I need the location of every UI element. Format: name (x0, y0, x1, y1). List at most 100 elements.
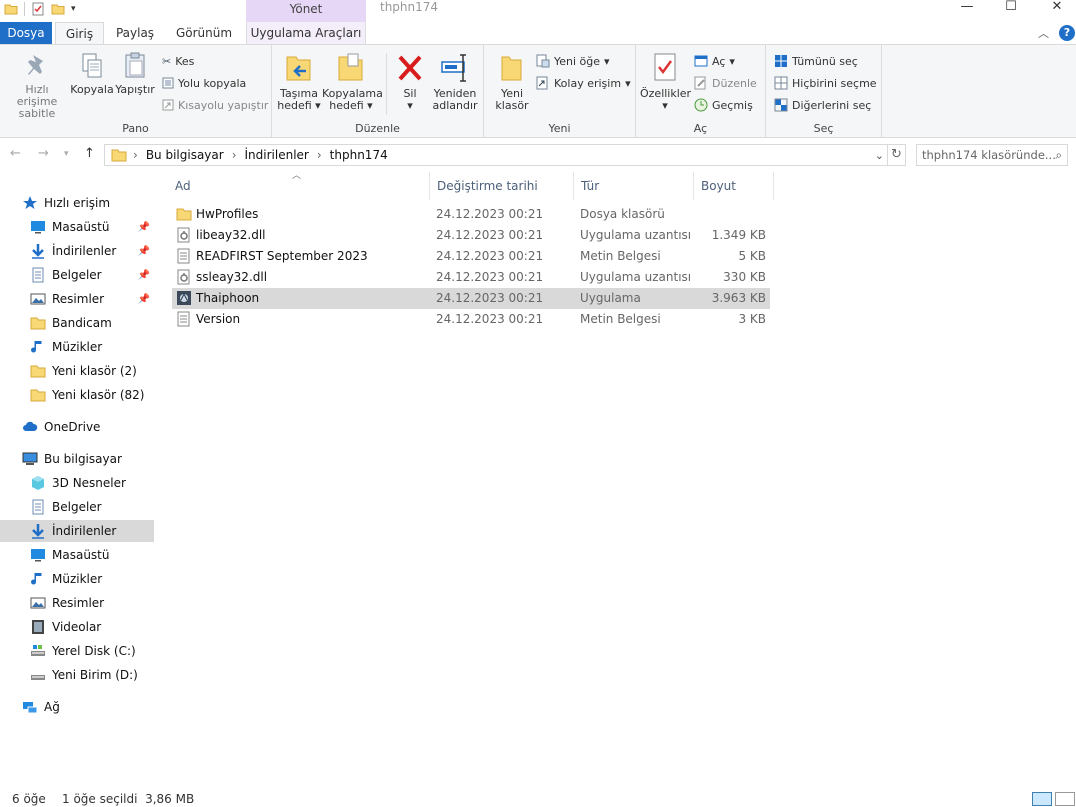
properties-icon[interactable] (31, 2, 45, 16)
nav-pc-item[interactable]: Masaüstü (0, 544, 154, 566)
nav-quick-item[interactable]: Bandicam (0, 312, 154, 334)
tab-app-tools[interactable]: Uygulama Araçları (246, 22, 366, 45)
nav-pc-item[interactable]: Resimler (0, 592, 154, 614)
copy-path-button[interactable]: Yolu kopyala (162, 73, 246, 93)
group-label: Yeni (548, 122, 571, 135)
column-header-size[interactable]: Boyut (694, 172, 774, 200)
table-row[interactable]: libeay32.dll 24.12.2023 00:21 Uygulama uza… (172, 225, 770, 246)
chevron-down-icon[interactable]: ⌄ (875, 149, 884, 162)
tab-home[interactable]: Giriş (55, 22, 104, 46)
address-bar[interactable]: › Bu bilgisayar › İndirilenler › thphn17… (104, 144, 888, 166)
select-all-icon (775, 55, 787, 67)
column-header-name[interactable]: Ad ︿ (168, 171, 430, 200)
group-select: Tümünü seç Hiçbirini seçme Diğerlerini s… (766, 45, 882, 138)
nav-onedrive[interactable]: OneDrive (0, 416, 154, 438)
nav-network[interactable]: Ağ (0, 696, 154, 718)
properties-button[interactable]: Özellikler ▾ (640, 51, 691, 112)
nav-quick-item[interactable]: Masaüstü 📌 (0, 216, 154, 238)
customize-qat-icon[interactable]: ▾ (71, 4, 76, 14)
pin-icon[interactable]: 📌 (138, 222, 150, 233)
move-to-icon (286, 56, 311, 81)
maximize-button[interactable]: ☐ (988, 0, 1034, 14)
rename-button[interactable]: Yeniden adlandır (428, 51, 482, 112)
desktop-icon (31, 221, 45, 234)
nav-quick-item[interactable]: Müzikler (0, 336, 154, 358)
window-title: thphn174 (380, 0, 439, 14)
nav-pc-item[interactable]: Yeni Birim (D:) (0, 664, 154, 686)
cloud-icon (23, 421, 38, 431)
nav-quick-item[interactable]: Yeni klasör (2) (0, 360, 154, 382)
tab-view[interactable]: Görünüm (170, 22, 238, 45)
table-row[interactable]: HwProfiles 24.12.2023 00:21 Dosya klasörü (172, 204, 770, 225)
history-button[interactable]: Geçmiş (694, 95, 753, 115)
dll-file-icon (177, 227, 190, 243)
easy-access-icon (536, 76, 548, 90)
paste-shortcut-button[interactable]: Kısayolu yapıştır (162, 95, 268, 115)
refresh-icon[interactable]: ↻ (888, 144, 906, 166)
nav-pc-item[interactable]: Yerel Disk (C:) (0, 640, 154, 662)
details-view-icon[interactable] (1032, 792, 1052, 806)
nav-this-pc[interactable]: Bu bilgisayar (0, 448, 154, 470)
pin-icon[interactable]: 📌 (138, 294, 150, 305)
edit-button[interactable]: Düzenle (694, 73, 757, 93)
paste-button[interactable]: Yapıştır (114, 51, 156, 96)
column-header-date[interactable]: Değiştirme tarihi (430, 172, 574, 200)
breadcrumb-current[interactable]: thphn174 (330, 148, 388, 162)
invert-selection-button[interactable]: Diğerlerini seç (774, 95, 871, 115)
nav-pc-item[interactable]: Videolar (0, 616, 154, 638)
table-row[interactable]: Thaiphoon 24.12.2023 00:21 Uygulama 3.963 K… (172, 288, 770, 309)
tab-file[interactable]: Dosya (0, 22, 52, 45)
help-icon[interactable]: ? (1059, 25, 1075, 41)
new-item-button[interactable]: Yeni öğe ▾ (536, 51, 610, 71)
nav-label: İndirilenler (52, 524, 117, 538)
pin-label: Hızlı erişime sabitle (16, 83, 58, 120)
recent-dropdown-icon[interactable]: ▾ (64, 149, 69, 159)
nav-pc-item[interactable]: 3D Nesneler (0, 472, 154, 494)
table-row[interactable]: ssleay32.dll 24.12.2023 00:21 Uygulama uza… (172, 267, 770, 288)
minimize-button[interactable]: — (944, 0, 990, 14)
nav-quick-item[interactable]: Yeni klasör (82) (0, 384, 154, 406)
folder-icon (30, 389, 46, 402)
nav-pc-item[interactable]: İndirilenler (0, 520, 154, 542)
move-to-button[interactable]: Taşıma hedefi ▾ (276, 51, 322, 112)
search-input[interactable]: thphn174 klasöründe... ⌕ (916, 144, 1068, 166)
file-date: 24.12.2023 00:21 (436, 249, 544, 263)
close-button[interactable]: ✕ (1034, 0, 1076, 14)
large-icons-view-icon[interactable] (1055, 792, 1075, 806)
delete-button[interactable]: Sil ▾ (392, 51, 428, 112)
cut-label: Kes (175, 54, 195, 68)
folder-icon (4, 4, 18, 15)
nav-quick-item[interactable]: İndirilenler 📌 (0, 240, 154, 262)
pin-icon[interactable]: 📌 (138, 270, 150, 281)
pin-icon[interactable]: 📌 (138, 246, 150, 257)
easy-access-button[interactable]: Kolay erişim ▾ (536, 73, 631, 93)
new-folder-icon[interactable] (51, 2, 65, 16)
nav-quick-access[interactable]: Hızlı erişim (0, 192, 154, 214)
breadcrumb-downloads[interactable]: İndirilenler (245, 148, 309, 162)
breadcrumb-this-pc[interactable]: Bu bilgisayar (146, 148, 224, 162)
table-row[interactable]: Version 24.12.2023 00:21 Metin Belgesi 3 KB (172, 309, 770, 330)
nav-pc-item[interactable]: Belgeler (0, 496, 154, 518)
cut-button[interactable]: ✂ Kes (162, 51, 194, 71)
nav-pc-item[interactable]: Müzikler (0, 568, 154, 590)
file-list: Ad ︿ Değiştirme tarihi Tür Boyut HwProfi… (168, 171, 776, 772)
copy-to-button[interactable]: Kopyalama hedefi ▾ (322, 51, 383, 112)
open-button[interactable]: Aç ▾ (694, 51, 735, 71)
select-all-button[interactable]: Tümünü seç (774, 51, 858, 71)
copy-button[interactable]: Kopyala (70, 51, 114, 96)
pictures-icon (30, 293, 46, 305)
nav-quick-item[interactable]: Belgeler 📌 (0, 264, 154, 286)
nav-quick-item[interactable]: Resimler 📌 (0, 288, 154, 310)
table-row[interactable]: READFIRST September 2023 24.12.2023 00:21… (172, 246, 770, 267)
up-arrow-icon[interactable]: ↑ (84, 146, 95, 161)
file-name: Version (196, 312, 241, 326)
tab-share[interactable]: Paylaş (110, 22, 160, 45)
new-folder-button[interactable]: Yeni klasör (488, 51, 536, 112)
selection-info: 1 öğe seçildi 3,86 MB (62, 792, 195, 806)
back-arrow-icon[interactable]: ← (10, 146, 21, 161)
chevron-up-icon[interactable]: ︿ (1038, 25, 1049, 41)
select-none-button[interactable]: Hiçbirini seçme (774, 73, 877, 93)
column-header-type[interactable]: Tür (574, 172, 694, 200)
pin-quick-access-button[interactable]: Hızlı erişime sabitle (4, 51, 70, 120)
forward-arrow-icon[interactable]: → (38, 146, 49, 161)
